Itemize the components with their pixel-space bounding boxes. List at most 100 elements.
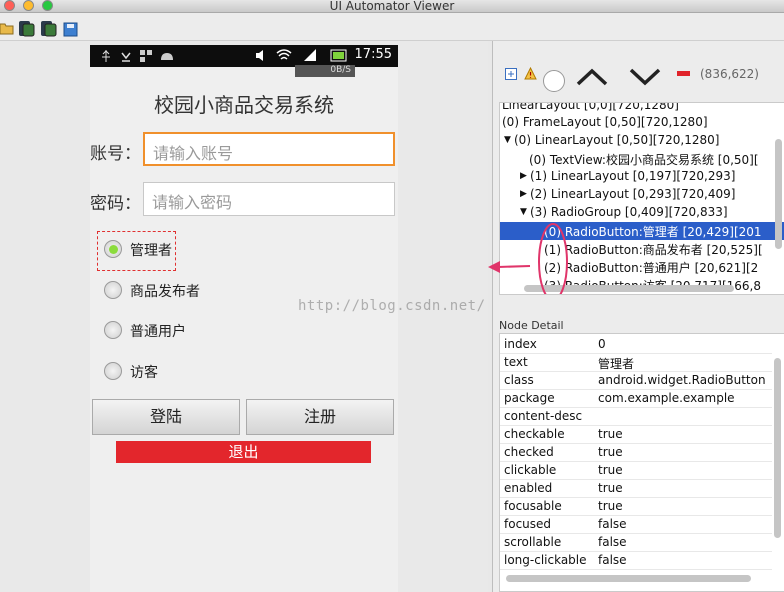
detail-key: scrollable — [504, 535, 562, 549]
detail-value: true — [598, 481, 623, 495]
detail-row[interactable]: enabled true — [500, 480, 772, 498]
main-toolbar — [0, 13, 784, 41]
detail-value: true — [598, 445, 623, 459]
next-node-icon[interactable] — [628, 67, 662, 87]
save-icon[interactable] — [63, 22, 78, 37]
window-title: UI Automator Viewer — [329, 0, 455, 13]
detail-row[interactable]: long-clickable false — [500, 552, 772, 570]
device-screenshot-pane[interactable]: 17:55 0B/S 校园小商品交易系统 账号： 请输入账号 密码： 请输入密码… — [0, 41, 488, 592]
tree-row-label: (2) LinearLayout [0,293][720,409] — [530, 187, 736, 201]
battery-icon — [330, 49, 347, 62]
detail-value: false — [598, 553, 627, 567]
expanded-triangle-icon[interactable]: ▼ — [520, 207, 527, 217]
detail-row[interactable]: index 0 — [500, 336, 772, 354]
detail-value: android.widget.RadioButton — [598, 373, 766, 387]
detail-row[interactable]: class android.widget.RadioButton — [500, 372, 772, 390]
detail-row[interactable]: package com.example.example — [500, 390, 772, 408]
detail-row[interactable]: clickable true — [500, 462, 772, 480]
radio-unchecked-icon — [104, 281, 122, 299]
watermark-text: http://blog.csdn.net/ — [298, 298, 486, 314]
device-screen[interactable]: 17:55 0B/S 校园小商品交易系统 账号： 请输入账号 密码： 请输入密码… — [90, 45, 398, 592]
collapse-icon[interactable] — [677, 71, 690, 77]
detail-key: long-clickable — [504, 553, 587, 567]
radio-publisher[interactable]: 商品发布者 — [102, 275, 262, 305]
expand-all-icon[interactable] — [505, 68, 517, 80]
account-label: 账号： — [90, 144, 141, 164]
expanded-triangle-icon[interactable]: ▼ — [504, 135, 511, 145]
exit-button[interactable]: 退出 — [116, 441, 371, 463]
detail-value: true — [598, 427, 623, 441]
tree-row-label: (2) RadioButton:普通用户 [20,621][2 — [544, 261, 759, 275]
detail-key: focusable — [504, 499, 562, 513]
detail-key: checkable — [504, 427, 565, 441]
annotation-ellipse — [538, 223, 568, 294]
android-status-bar: 17:55 — [90, 45, 398, 67]
register-button[interactable]: 注册 — [246, 399, 394, 435]
detail-row[interactable]: checked true — [500, 444, 772, 462]
detail-value: false — [598, 535, 627, 549]
tree-row-label: (0) TextView:校园小商品交易系统 [0,50][ — [529, 153, 759, 167]
detail-key: text — [504, 355, 528, 369]
open-folder-icon[interactable] — [0, 21, 14, 35]
radio-visitor[interactable]: 访客 — [102, 356, 262, 386]
device-screenshot-compressed-icon[interactable] — [40, 20, 57, 37]
detail-row[interactable]: checkable true — [500, 426, 772, 444]
detail-key: clickable — [504, 463, 557, 477]
password-label: 密码： — [90, 194, 141, 214]
device-screenshot-icon[interactable] — [18, 20, 35, 37]
tree-row-label: (0) LinearLayout [0,50][720,1280] — [514, 133, 720, 147]
tree-row[interactable]: (0) FrameLayout [0,50][720,1280] — [500, 114, 784, 132]
detail-horizontal-scrollbar[interactable] — [506, 575, 751, 582]
toggle-naf-icon[interactable] — [542, 69, 566, 93]
radio-label: 管理者 — [130, 243, 172, 259]
status-time: 17:55 — [354, 47, 392, 62]
password-input[interactable]: 请输入密码 — [143, 182, 395, 216]
hierarchy-pane: (836,622) LinearLayout [0,0][720,1280] (… — [492, 41, 784, 592]
radio-normal-user[interactable]: 普通用户 — [102, 315, 262, 345]
tree-row-label: (0) FrameLayout [0,50][720,1280] — [502, 115, 708, 129]
detail-row[interactable]: focused false — [500, 516, 772, 534]
radio-label: 访客 — [130, 365, 158, 381]
tree-row[interactable]: ▶ (1) LinearLayout [0,197][720,293] — [500, 168, 784, 186]
detail-row[interactable]: focusable true — [500, 498, 772, 516]
login-button[interactable]: 登陆 — [92, 399, 240, 435]
node-detail-table[interactable]: index 0 text 管理者 class android.widget.Radio… — [499, 333, 784, 592]
detail-row[interactable]: text 管理者 — [500, 354, 772, 372]
warning-icon[interactable] — [524, 67, 537, 80]
detail-key: package — [504, 391, 555, 405]
window-title-bar: UI Automator Viewer — [0, 0, 784, 13]
tree-row-label: (3) RadioGroup [0,409][720,833] — [530, 205, 728, 219]
tree-row[interactable]: ▼ (3) RadioGroup [0,409][720,833] — [500, 204, 784, 222]
detail-key: enabled — [504, 481, 553, 495]
tree-row-label: (0) RadioButton:管理者 [20,429][201 — [544, 225, 762, 239]
account-input[interactable]: 请输入账号 — [143, 132, 395, 166]
tree-row[interactable]: ▼ (0) LinearLayout [0,50][720,1280] — [500, 132, 784, 150]
detail-vertical-scrollbar[interactable] — [774, 358, 781, 538]
radio-admin[interactable]: 管理者 — [102, 234, 262, 264]
detail-value: true — [598, 499, 623, 513]
detail-key: content-desc — [504, 409, 583, 423]
wifi-icon — [276, 49, 292, 60]
app-title: 校园小商品交易系统 — [154, 93, 334, 117]
detail-row[interactable]: scrollable false — [500, 534, 772, 552]
detail-key: focused — [504, 517, 552, 531]
tree-row[interactable]: ▶ (2) LinearLayout [0,293][720,409] — [500, 186, 784, 204]
detail-value: 0 — [598, 337, 606, 351]
detail-value: true — [598, 463, 623, 477]
volume-icon — [256, 50, 263, 61]
radio-unchecked-icon — [104, 362, 122, 380]
detail-row[interactable]: content-desc — [500, 408, 772, 426]
hierarchy-tree[interactable]: LinearLayout [0,0][720,1280] (0) FrameLa… — [499, 102, 784, 295]
signal-icon — [304, 49, 316, 61]
tree-row[interactable]: (0) TextView:校园小商品交易系统 [0,50][ — [500, 150, 784, 168]
tree-vertical-scrollbar[interactable] — [775, 139, 782, 249]
hierarchy-toolbar: (836,622) — [493, 41, 784, 105]
radio-unchecked-icon — [104, 321, 122, 339]
radio-checked-icon — [104, 240, 122, 258]
radio-label: 商品发布者 — [130, 284, 200, 300]
collapsed-triangle-icon[interactable]: ▶ — [520, 171, 527, 181]
collapsed-triangle-icon[interactable]: ▶ — [520, 189, 527, 199]
coordinate-readout: (836,622) — [700, 67, 759, 81]
detail-key: class — [504, 373, 534, 387]
previous-node-icon[interactable] — [575, 67, 609, 87]
